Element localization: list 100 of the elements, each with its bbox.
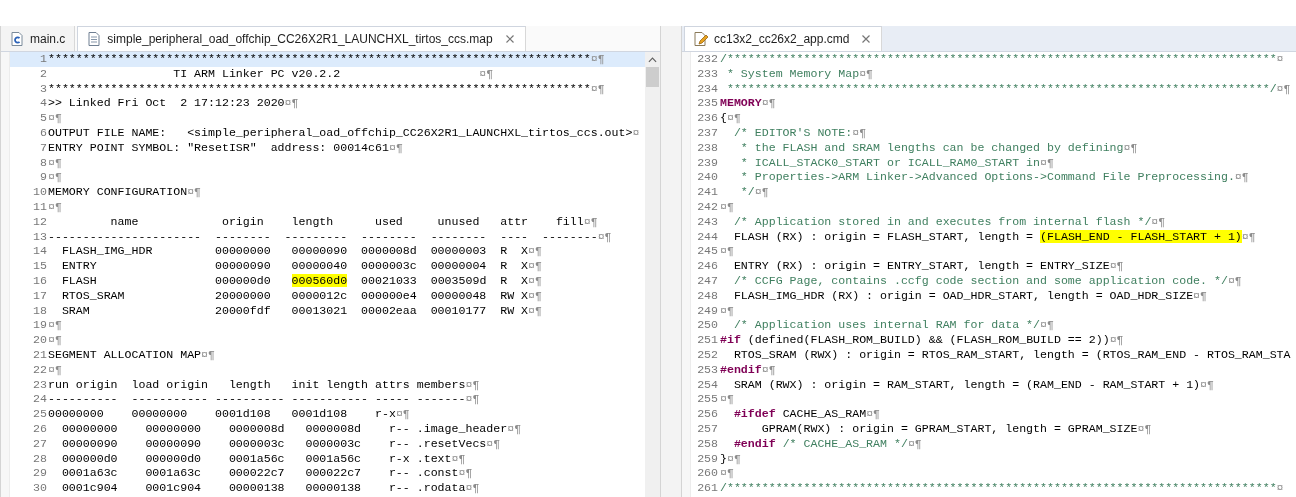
line-number: 237 <box>696 126 719 141</box>
line-number: 7 <box>39 140 48 156</box>
document-icon <box>86 31 103 47</box>
code-text: SEGMENT ALLOCATION MAP¤¶ <box>48 347 215 363</box>
code-text: GPRAM(RWX) : origin = GPRAM_START, length = GPRAM_SIZE¤¶ <box>760 421 1152 437</box>
code-text: OUTPUT FILE NAME: <simple_peripheral_oad_offchip_CC26X2R1_LAUNCHXL_tirtos_ccs.out>¤ <box>48 126 640 141</box>
file-pencil-icon <box>693 31 709 47</box>
code-text: TI ARM Linker PC v20.2.2 ¤¶ <box>172 66 494 82</box>
line-number: 14 <box>32 244 48 260</box>
line-number: 26 <box>32 421 48 437</box>
line-number: 251 <box>696 333 719 348</box>
line-number: 13 <box>32 229 48 245</box>
code-text: run origin load origin length init length attrs members¤¶ <box>48 377 480 393</box>
line-number: 254 <box>696 377 719 393</box>
line-number: 256 <box>696 407 719 422</box>
line-number: 18 <box>32 303 48 319</box>
line-number: 259 <box>696 451 719 467</box>
line-number: 232 <box>696 52 719 67</box>
code-text: ¤¶ <box>48 333 62 348</box>
line-number: 238 <box>696 140 719 156</box>
code-text: #endif¤¶ <box>720 362 776 378</box>
code-text: ¤¶ <box>48 111 62 126</box>
line-number: 239 <box>696 155 719 171</box>
line-number: 29 <box>32 466 48 482</box>
code-text: name origin length used unused attr fill¤¶ <box>109 214 598 230</box>
line-number: 246 <box>696 259 719 274</box>
line-number: 233 <box>696 66 719 82</box>
code-text: * the FLASH and SRAM lengths can be changed by defining¤¶ <box>739 140 1138 156</box>
line-number: 8 <box>39 155 48 171</box>
line-number: 1 <box>39 52 48 67</box>
code-text: ---------------------- -------- --------- -------- -------- ---- --------¤¶ <box>48 229 612 245</box>
code-text: ---------- ----------- ---------- ----------- ----- -------¤¶ <box>48 392 480 408</box>
code-text: >> Linked Fri Oct 2 17:12:23 2020¤¶ <box>48 96 299 112</box>
code-text: 00000000 00000000 0001d108 0001d108 r-x¤¶ <box>48 407 410 422</box>
code-text: ENTRY 00000090 00000040 0000003c 00000004 R X¤¶ <box>60 259 542 274</box>
code-text: 00000000 00000000 0000008d 0000008d r-- .image_header¤¶ <box>60 421 522 437</box>
code-text: 0001a63c 0001a63c 000022c7 000022c7 r-- .const¤¶ <box>60 466 473 482</box>
code-text: SRAM 20000fdf 00013021 00002eaa 00010177 RW X¤¶ <box>60 303 542 319</box>
code-text: MEMORY¤¶ <box>720 96 776 112</box>
code-text: ******************************************************************************¤¶ <box>48 52 605 67</box>
code-text: ¤¶ <box>48 362 62 378</box>
line-number: 3 <box>39 81 48 97</box>
line-number: 260 <box>696 466 719 482</box>
line-number: 257 <box>696 421 719 437</box>
code-text: RTOS_SRAM 20000000 0000012c 000000e4 00000048 RW X¤¶ <box>60 288 542 304</box>
line-number: 11 <box>32 199 48 215</box>
line-number: 9 <box>39 170 48 186</box>
file-tab[interactable]: simple_peripheral_oad_offchip_CC26X2R1_LAUNCHXL_tirtos_ccs.map <box>77 26 526 51</box>
scrollbar[interactable] <box>645 52 660 497</box>
code-text: /*******************************************************************************¤ <box>720 481 1284 496</box>
code-text: 00000090 00000090 0000003c 0000003c r-- .resetVecs¤¶ <box>60 436 501 452</box>
line-number: 20 <box>32 333 48 348</box>
line-number: 250 <box>696 318 719 334</box>
line-number: 21 <box>32 347 48 363</box>
line-number: 253 <box>696 362 719 378</box>
line-number: 235 <box>696 96 719 112</box>
line-number: 19 <box>32 318 48 334</box>
line-number: 240 <box>696 170 719 186</box>
code-text: #ifdef CACHE_AS_RAM¤¶ <box>732 407 881 422</box>
line-number: 236 <box>696 111 719 126</box>
close-icon[interactable] <box>503 33 516 45</box>
code-text: ¤¶ <box>720 466 734 482</box>
line-number: 2 <box>39 66 48 82</box>
line-number: 249 <box>696 303 719 319</box>
code-text: #if (defined(FLASH_ROM_BUILD) && (FLASH_ROM_BUILD == 2))¤¶ <box>720 333 1124 348</box>
code-text: ¤¶ <box>48 199 62 215</box>
line-number: 27 <box>32 436 48 452</box>
code-text: /* Application stored in and executes from internal flash */¤¶ <box>732 214 1166 230</box>
line-number: 248 <box>696 288 719 304</box>
code-text: /* EDITOR'S NOTE:¤¶ <box>732 126 867 141</box>
code-text: MEMORY CONFIGURATION¤¶ <box>48 185 202 200</box>
scroll-up-icon[interactable] <box>648 57 657 63</box>
line-number: 244 <box>696 229 719 245</box>
code-text: ¤¶ <box>48 170 62 186</box>
line-number: 17 <box>32 288 48 304</box>
code-text: 000000d0 000000d0 0001a56c 0001a56c r-x .text¤¶ <box>60 451 466 467</box>
code-text: * System Memory Map¤¶ <box>725 66 874 82</box>
line-number: 28 <box>32 451 48 467</box>
line-number: 22 <box>32 362 48 378</box>
close-icon[interactable] <box>860 33 873 45</box>
line-number: 24 <box>32 392 48 408</box>
line-number: 242 <box>696 199 719 215</box>
code-text: */¤¶ <box>739 185 769 200</box>
code-text: SRAM (RWX) : origin = RAM_START, length = (RAM_END - RAM_START + 1)¤¶ <box>732 377 1214 393</box>
file-tab[interactable]: main.c <box>1 26 76 51</box>
line-number: 6 <box>39 126 48 141</box>
code-text: FLASH 000000d0 000560d0 00021033 0003509d R X¤¶ <box>60 273 542 289</box>
code-text: {¤¶ <box>720 111 741 126</box>
line-number: 23 <box>32 377 48 393</box>
line-number: 25 <box>32 407 48 422</box>
code-text: FLASH_IMG_HDR 00000000 00000090 0000008d 00000003 R X¤¶ <box>60 244 542 260</box>
scrollbar-thumb[interactable] <box>646 67 659 87</box>
code-text: ¤¶ <box>720 392 734 408</box>
code-text: FLASH_IMG_HDR (RX) : origin = OAD_HDR_START, length = OAD_HDR_SIZE¤¶ <box>732 288 1208 304</box>
line-number: 247 <box>696 273 719 289</box>
code-text: ENTRY POINT SYMBOL: "ResetISR" address: 00014c61¤¶ <box>48 140 403 156</box>
file-tab[interactable]: cc13x2_cc26x2_app.cmd <box>684 26 883 51</box>
line-number: 234 <box>696 81 719 97</box>
code-text: ******************************************************************************/¤¶ <box>725 81 1291 97</box>
code-text: ENTRY (RX) : origin = ENTRY_START, length = ENTRY_SIZE¤¶ <box>732 259 1124 274</box>
